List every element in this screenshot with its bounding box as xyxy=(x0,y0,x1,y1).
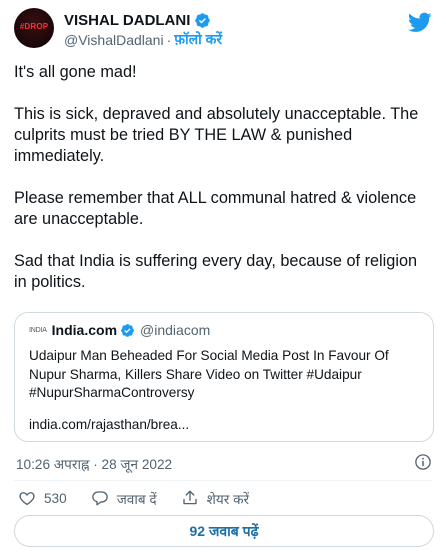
like-button[interactable]: 530 xyxy=(18,489,67,507)
quoted-tweet-link[interactable]: india.com/rajasthan/brea... xyxy=(29,417,189,432)
reply-label: जवाब दें xyxy=(116,491,157,507)
follow-button[interactable]: फ़ॉलो करें xyxy=(174,30,222,49)
tweet-text: It's all gone mad! This is sick, deprave… xyxy=(14,62,434,314)
avatar[interactable]: #DROP xyxy=(14,8,54,48)
share-label: शेयर करें xyxy=(206,491,250,507)
author-name-row: VISHAL DADLANI xyxy=(64,11,211,29)
author-handle-row: @VishalDadlani · फ़ॉलो करें xyxy=(64,30,222,49)
quoted-tweet-text: Udaipur Man Beheaded For Social Media Po… xyxy=(29,348,389,400)
tweet-card: #DROP VISHAL DADLANI @VishalDadlani · फ़… xyxy=(0,0,446,560)
tweet-header: #DROP VISHAL DADLANI @VishalDadlani · फ़… xyxy=(14,8,432,52)
quoted-tweet[interactable]: INDIA India.com @indiacom Udaipur Man Be… xyxy=(14,312,434,442)
avatar-label: #DROP xyxy=(19,22,49,31)
author-name[interactable]: VISHAL DADLANI xyxy=(64,12,190,29)
verified-badge-icon xyxy=(121,323,134,337)
author-handle[interactable]: @VishalDadlani xyxy=(64,32,164,48)
info-icon[interactable] xyxy=(414,453,432,471)
tweet-paragraph: This is sick, depraved and absolutely un… xyxy=(14,105,419,165)
twitter-bird-icon[interactable] xyxy=(408,10,432,34)
reply-icon xyxy=(91,491,108,506)
reply-button[interactable]: जवाब दें xyxy=(91,489,157,508)
verified-badge-icon xyxy=(195,12,211,28)
like-count: 530 xyxy=(44,490,67,506)
heart-icon xyxy=(19,492,35,506)
quoted-author-name[interactable]: India.com xyxy=(52,322,117,338)
tweet-timestamp[interactable]: 10:26 अपराह्न · 28 जून 2022 xyxy=(16,454,172,473)
tweet-actions: 530 जवाब दें शेयर करें xyxy=(18,487,273,509)
tweet-paragraph: It's all gone mad! xyxy=(14,63,137,81)
share-button[interactable]: शेयर करें xyxy=(181,489,249,508)
tweet-paragraph: Sad that India is suffering every day, b… xyxy=(14,252,418,291)
share-icon xyxy=(182,490,197,505)
tweet-paragraph: Please remember that ALL communal hatred… xyxy=(14,189,417,228)
quoted-avatar-logo: INDIA xyxy=(29,326,47,334)
read-replies-button[interactable]: 92 जवाब पढ़ें xyxy=(14,515,434,547)
quoted-tweet-header: INDIA India.com @indiacom xyxy=(29,322,210,338)
divider xyxy=(14,480,432,481)
separator-dot: · xyxy=(166,31,172,48)
quoted-author-handle: @indiacom xyxy=(140,322,211,338)
